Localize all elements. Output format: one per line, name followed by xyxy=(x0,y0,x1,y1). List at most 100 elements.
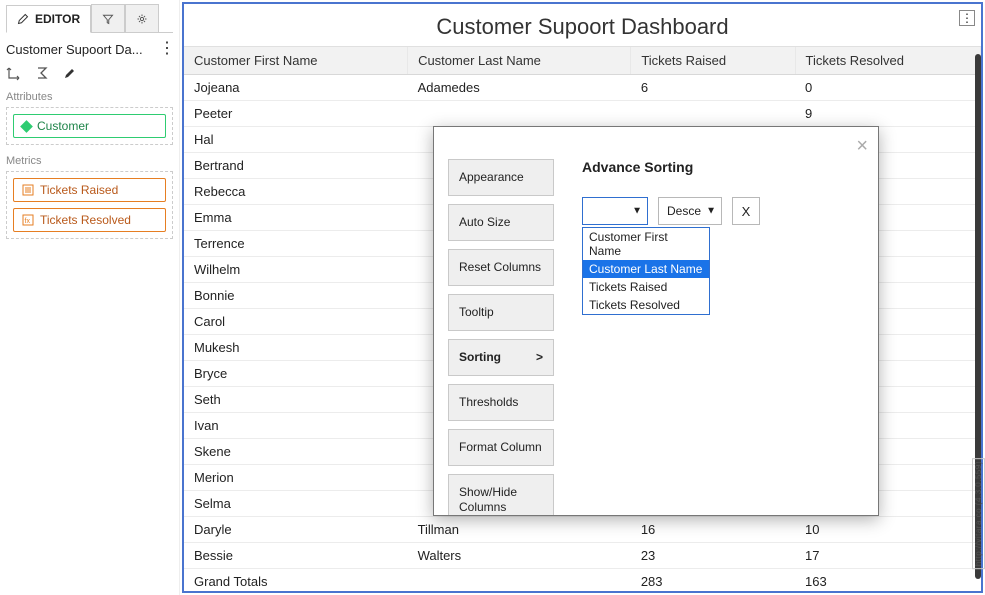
modal-nav-item[interactable]: Show/Hide Columns xyxy=(448,474,554,515)
chip-label: Tickets Raised xyxy=(40,183,118,197)
metric-icon xyxy=(22,184,34,196)
table-cell: Rebecca xyxy=(184,179,408,205)
metric-chip[interactable]: fx Tickets Resolved xyxy=(13,208,166,232)
table-cell: 9 xyxy=(795,101,981,127)
table-cell: Bonnie xyxy=(184,283,408,309)
nav-label: Tooltip xyxy=(459,305,494,319)
modal-close-button[interactable]: × xyxy=(856,135,868,158)
table-cell: Mukesh xyxy=(184,335,408,361)
table-cell: Selma xyxy=(184,491,408,517)
tool-transform[interactable] xyxy=(6,65,22,81)
table-cell: Skene xyxy=(184,439,408,465)
table-cell: Terrence xyxy=(184,231,408,257)
attributes-box: Customer xyxy=(6,107,173,145)
table-cell: Daryle xyxy=(184,517,408,543)
modal-nav-item[interactable]: Format Column xyxy=(448,429,554,466)
remove-sort-button[interactable]: X xyxy=(732,197,760,225)
tab-editor[interactable]: EDITOR xyxy=(6,5,91,33)
svg-text:fx: fx xyxy=(25,218,31,225)
tab-editor-label: EDITOR xyxy=(35,12,80,26)
nav-label: Sorting xyxy=(459,350,501,365)
sort-field-select[interactable]: ▼ xyxy=(582,197,648,225)
modal-nav-item[interactable]: Auto Size xyxy=(448,204,554,241)
table-row[interactable]: DaryleTillman1610 xyxy=(184,517,981,543)
column-header[interactable]: Customer Last Name xyxy=(408,47,631,75)
modal-nav-item[interactable]: Tooltip xyxy=(448,294,554,331)
chip-label: Customer xyxy=(37,119,89,133)
table-cell: Bessie xyxy=(184,543,408,569)
table-cell: Hal xyxy=(184,127,408,153)
modal-heading: Advance Sorting xyxy=(582,159,858,175)
attribute-chip[interactable]: Customer xyxy=(13,114,166,138)
main-area: Customer Supoort Dashboard ⋮ Customer Fi… xyxy=(180,0,985,595)
table-cell: Wilhelm xyxy=(184,257,408,283)
table-cell: 23 xyxy=(631,543,795,569)
table-row[interactable]: Peeter 9 xyxy=(184,101,981,127)
sort-order-select[interactable]: Desce ▼ xyxy=(658,197,722,225)
totals-row: Grand Totals 283163 xyxy=(184,569,981,592)
dropdown-option[interactable]: Customer First Name xyxy=(583,228,709,260)
table-cell: Adamedes xyxy=(408,75,631,101)
metrics-label: Metrics xyxy=(6,155,173,167)
table-cell: Ivan xyxy=(184,413,408,439)
watermark: http://vitara.co (4.3.0.559) xyxy=(972,458,985,569)
tab-filter[interactable] xyxy=(91,4,125,32)
modal-nav-item[interactable]: Appearance xyxy=(448,159,554,196)
modal-content: Advance Sorting ▼ Customer First NameCus… xyxy=(562,127,878,515)
metric-chip[interactable]: Tickets Raised xyxy=(13,178,166,202)
document-menu-button[interactable]: ⋮ xyxy=(159,41,173,57)
modal-nav-item[interactable]: Sorting> xyxy=(448,339,554,376)
table-cell: Carol xyxy=(184,309,408,335)
table-cell: 163 xyxy=(795,569,981,592)
modal-nav-item[interactable]: Thresholds xyxy=(448,384,554,421)
column-header[interactable]: Customer First Name xyxy=(184,47,408,75)
diamond-icon xyxy=(20,120,33,133)
metrics-box: Tickets Raised fx Tickets Resolved xyxy=(6,171,173,239)
viz-menu-button[interactable]: ⋮ xyxy=(959,10,975,26)
table-cell: 283 xyxy=(631,569,795,592)
table-cell xyxy=(408,101,631,127)
table-cell: Walters xyxy=(408,543,631,569)
dropdown-option[interactable]: Tickets Raised xyxy=(583,278,709,296)
column-header[interactable]: Tickets Raised xyxy=(631,47,795,75)
sort-field-dropdown: Customer First NameCustomer Last NameTic… xyxy=(582,227,710,315)
table-cell xyxy=(631,101,795,127)
chip-label: Tickets Resolved xyxy=(40,213,131,227)
table-row[interactable]: JojeanaAdamedes60 xyxy=(184,75,981,101)
tool-sigma[interactable] xyxy=(34,65,50,81)
table-cell: Bryce xyxy=(184,361,408,387)
nav-label: Appearance xyxy=(459,170,524,184)
editor-panel: EDITOR Customer Supoort Da... ⋮ At xyxy=(0,0,180,595)
nav-label: Thresholds xyxy=(459,395,518,409)
table-cell: Jojeana xyxy=(184,75,408,101)
table-cell: Peeter xyxy=(184,101,408,127)
pencil-icon xyxy=(17,13,29,25)
attributes-label: Attributes xyxy=(6,91,173,103)
modal-nav: Appearance Auto Size Reset Columns Tooltip S… xyxy=(434,127,562,515)
highlighter-icon xyxy=(62,65,78,81)
dropdown-option[interactable]: Tickets Resolved xyxy=(583,296,709,314)
table-cell: 6 xyxy=(631,75,795,101)
table-cell: 17 xyxy=(795,543,981,569)
modal-nav-item[interactable]: Reset Columns xyxy=(448,249,554,286)
caret-down-icon: ▼ xyxy=(632,206,642,217)
vertical-dots-icon: ⋮ xyxy=(961,12,973,24)
sort-order-value: Desce xyxy=(667,204,701,218)
fx-icon: fx xyxy=(22,214,34,226)
sigma-icon xyxy=(34,65,50,81)
nav-label: Reset Columns xyxy=(459,260,541,274)
table-cell: Grand Totals xyxy=(184,569,408,592)
table-row[interactable]: BessieWalters2317 xyxy=(184,543,981,569)
table-cell: Emma xyxy=(184,205,408,231)
tool-highlight[interactable] xyxy=(62,65,78,81)
filter-icon xyxy=(102,13,114,25)
nav-label: Format Column xyxy=(459,440,542,454)
table-cell: 16 xyxy=(631,517,795,543)
column-header[interactable]: Tickets Resolved xyxy=(795,47,981,75)
dropdown-option[interactable]: Customer Last Name xyxy=(583,260,709,278)
tab-settings[interactable] xyxy=(125,4,159,32)
table-cell xyxy=(408,569,631,592)
document-title: Customer Supoort Da... xyxy=(6,42,159,57)
editor-tabs: EDITOR xyxy=(6,4,173,33)
caret-down-icon: ▼ xyxy=(706,206,716,217)
